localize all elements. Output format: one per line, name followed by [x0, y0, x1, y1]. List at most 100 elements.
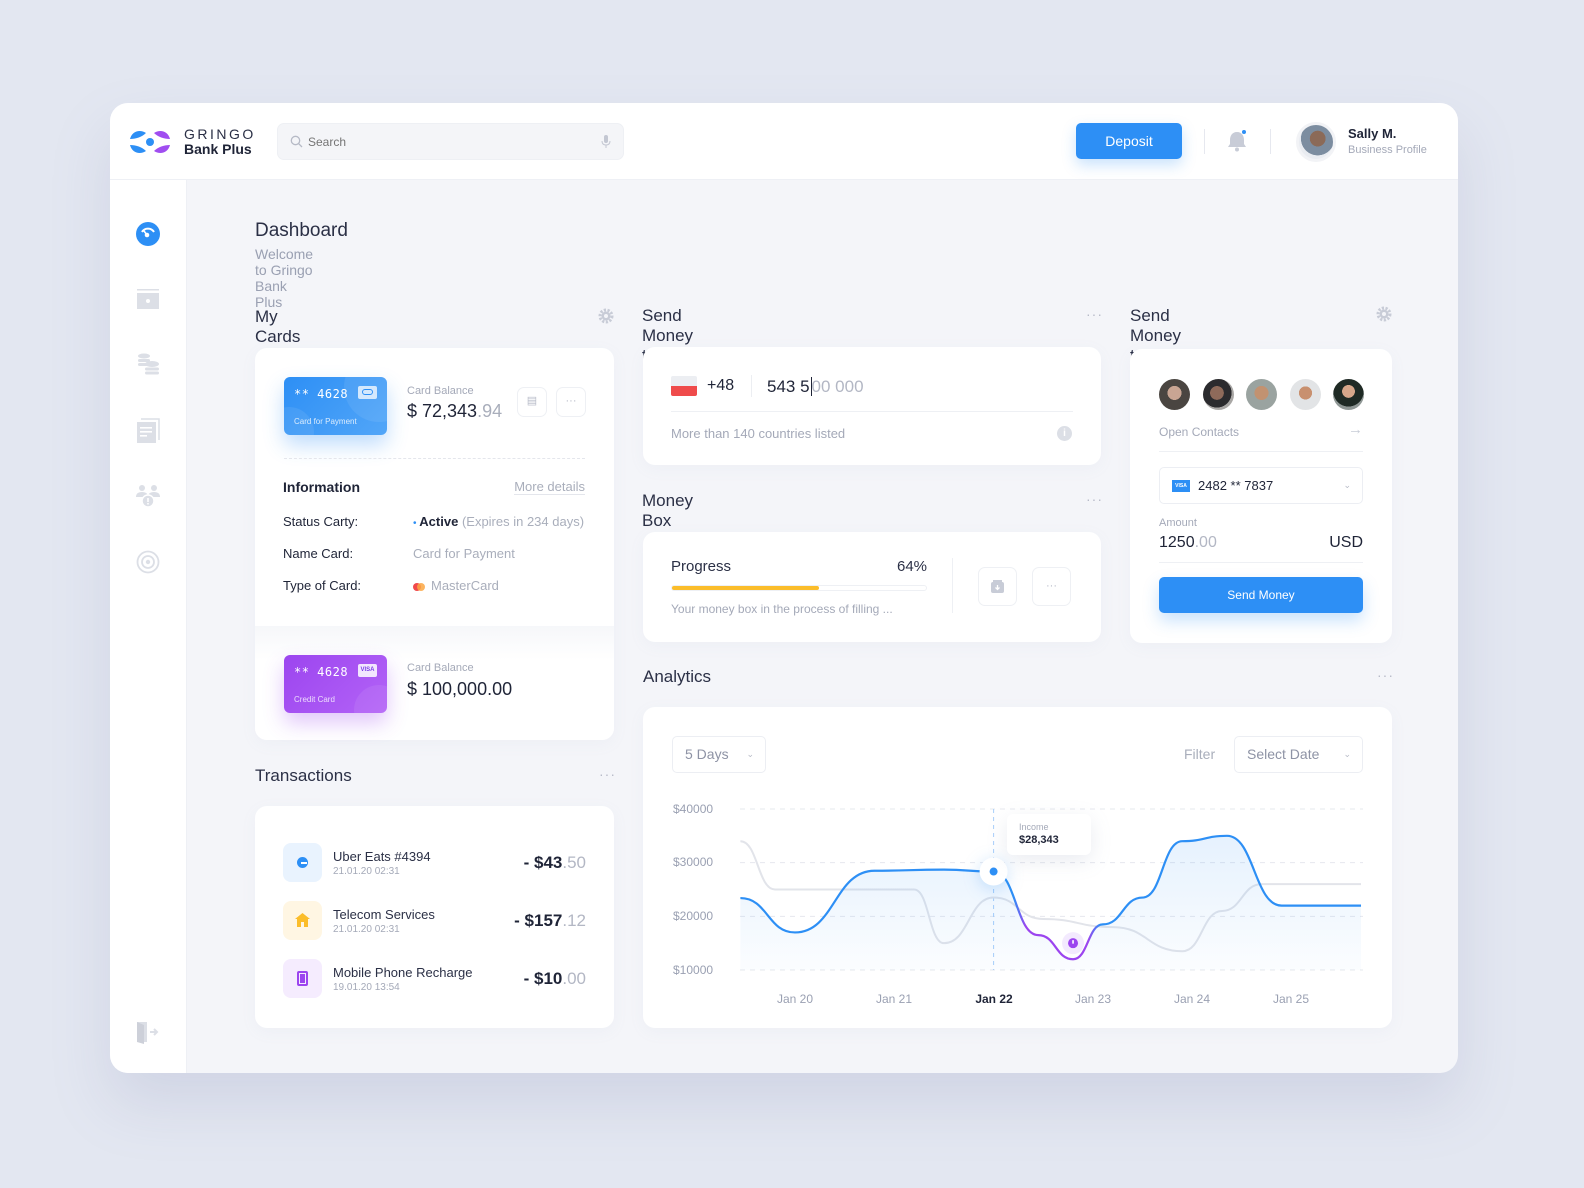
payment-card[interactable]: ** 4628 Card for Payment [284, 377, 387, 435]
sidebar-item-documents[interactable] [136, 418, 160, 443]
currency-label[interactable]: USD [1329, 534, 1363, 552]
user-name: Sally M. [1348, 126, 1397, 141]
credit-card[interactable]: ** 4628 VISA Credit Card [284, 655, 387, 713]
money-box-panel: Progress 64% Your money box in the proce… [643, 532, 1101, 642]
info-icon[interactable]: i [1057, 426, 1072, 441]
progress-bar-fill [672, 586, 820, 590]
search-box[interactable] [277, 123, 624, 160]
sidebar-item-users[interactable] [136, 484, 160, 508]
amount-input[interactable]: 1250.00 [1159, 534, 1217, 552]
microphone-icon[interactable] [601, 135, 611, 149]
arrow-right-icon[interactable]: → [1348, 421, 1363, 438]
poland-flag-icon[interactable] [671, 376, 697, 396]
analytics-more-button[interactable]: ··· [1377, 667, 1394, 683]
open-contacts-link[interactable]: Open Contacts [1159, 425, 1239, 439]
money-box-more-button[interactable]: ··· [1086, 491, 1103, 507]
progress-value: 64% [897, 558, 928, 575]
transactions-more-button[interactable]: ··· [599, 766, 616, 782]
more-details-link[interactable]: More details [514, 479, 585, 495]
wallet-icon [137, 289, 159, 309]
card-number: ** 4628 [294, 387, 349, 401]
search-icon [290, 135, 303, 148]
contact-avatar[interactable] [1203, 379, 1234, 410]
x-tick-label: Jan 25 [1272, 992, 1310, 1006]
transaction-amount: - $43.50 [524, 853, 586, 873]
money-box-options-button[interactable]: ··· [1032, 567, 1071, 606]
app-window: GRINGO Bank Plus Deposit Sally M. Busine… [110, 103, 1458, 1073]
gringo-logo-icon [130, 131, 170, 153]
analytics-chart [740, 808, 1363, 971]
visa-icon: VISA [1172, 480, 1190, 493]
countries-hint: More than 140 countries listed [671, 426, 846, 441]
information-title: Information [283, 479, 360, 495]
phone-number-input[interactable]: 543 5 00 000 [767, 377, 864, 397]
my-cards-panel: ** 4628 Card for Payment Card Balance $ … [255, 348, 614, 740]
phone-typed: 543 5 [767, 377, 810, 396]
divider [1159, 451, 1363, 452]
divider [1204, 129, 1205, 154]
chevron-down-icon: ⌄ [1343, 480, 1351, 490]
sidebar-item-dashboard[interactable] [136, 222, 160, 246]
sidebar-item-wallet[interactable] [136, 287, 160, 311]
transaction-date: 19.01.20 13:54 [333, 982, 400, 993]
user-avatar[interactable] [1296, 122, 1336, 162]
status-active: Active [419, 514, 459, 529]
contact-avatar[interactable] [1333, 379, 1364, 410]
documents-icon [137, 418, 160, 443]
card-more-button[interactable]: ··· [556, 387, 586, 417]
notification-bell-icon[interactable] [1226, 129, 1248, 153]
country-code[interactable]: +48 [707, 377, 734, 395]
contact-avatar[interactable] [1159, 379, 1190, 410]
x-tick-label: Jan 23 [1074, 992, 1112, 1006]
money-box-title: Money Box [642, 491, 694, 530]
progress-description: Your money box in the process of filling… [671, 602, 893, 616]
credit-card-balance: $ 100,000.00 [407, 679, 513, 699]
transaction-name: Telecom Services [333, 907, 435, 922]
send-money-button[interactable]: Send Money [1159, 577, 1363, 613]
info-value-type: MasterCard [413, 578, 499, 593]
user-profile[interactable]: Sally M. Business Profile [1348, 126, 1427, 158]
amount-main: - $43 [523, 853, 563, 872]
balance-cents: .94 [477, 401, 503, 421]
info-label-type: Type of Card: [283, 578, 362, 593]
logout-icon [137, 1022, 159, 1044]
card-select-dropdown[interactable]: VISA 2482 ** 7837 ⌄ [1159, 467, 1363, 504]
progress-label: Progress [671, 558, 732, 575]
x-tick-label-active[interactable]: Jan 22 [964, 992, 1024, 1006]
my-cards-title: My Cards [255, 307, 301, 346]
status-expiry: (Expires in 234 days) [461, 514, 585, 529]
amount-main: 1250 [1159, 534, 1195, 551]
page-subtitle: Welcome to Gringo Bank Plus [255, 246, 314, 310]
card-type: MasterCard [431, 578, 499, 593]
brand-name: GRINGO Bank Plus [184, 127, 256, 157]
send-mobile-more-button[interactable]: ··· [1086, 306, 1103, 322]
user-role: Business Profile [1348, 144, 1427, 156]
users-icon [136, 485, 160, 508]
dashboard-gauge-icon [136, 222, 160, 246]
card-balance-label: Card Balance [407, 662, 474, 674]
card-statement-button[interactable]: ▤ [517, 387, 547, 417]
mastercard-icon [413, 582, 425, 591]
deposit-button[interactable]: Deposit [1076, 123, 1182, 159]
x-tick-label: Jan 21 [875, 992, 913, 1006]
sidebar-item-coins[interactable] [136, 352, 160, 376]
transactions-panel: Uber Eats #4394 21.01.20 02:31 - $43.50 … [255, 806, 614, 1028]
card-toggle-icon [358, 386, 377, 399]
highlight-point [989, 867, 998, 876]
settings-gear-icon[interactable] [597, 307, 615, 325]
search-input[interactable] [308, 124, 588, 159]
divider [1270, 129, 1271, 154]
divider [671, 411, 1073, 412]
contact-avatar[interactable] [1290, 379, 1321, 410]
info-value-name: Card for Payment [413, 546, 515, 561]
logout-button[interactable] [136, 1020, 160, 1044]
contact-avatar[interactable] [1246, 379, 1277, 410]
info-label-name: Name Card: [283, 546, 354, 561]
money-box-deposit-button[interactable] [978, 567, 1017, 606]
sidebar-item-target[interactable] [136, 550, 160, 574]
analytics-title: Analytics [643, 667, 712, 686]
analytics-panel: 5 Days ⌄ Filter Select Date ⌄ $40000 $3000… [643, 707, 1392, 1028]
card-name: Card for Payment [294, 417, 357, 426]
amount-main: - $10 [523, 969, 563, 988]
settings-gear-icon[interactable] [1375, 305, 1393, 323]
